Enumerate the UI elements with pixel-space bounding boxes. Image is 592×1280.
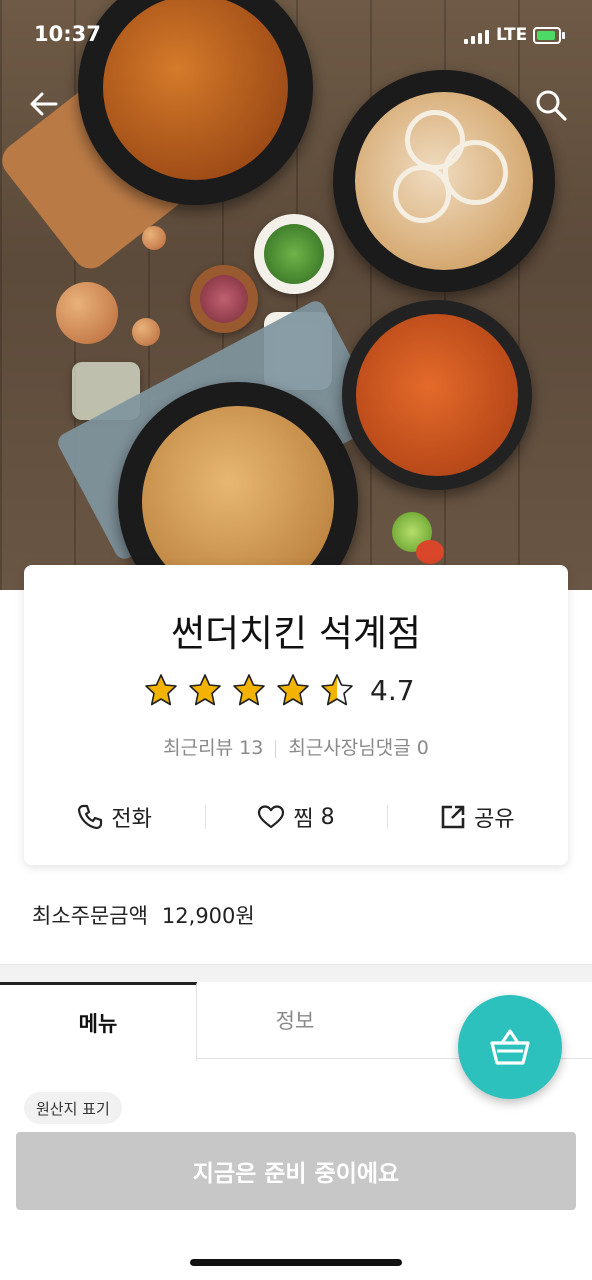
onion — [56, 282, 118, 344]
store-hero-image: 10:37 LTE — [0, 0, 592, 590]
share-label: 공유 — [474, 807, 515, 832]
action-bar: 전화 찜 8 공유 — [24, 797, 568, 837]
shallot-small — [142, 226, 166, 250]
min-order-label: 최소주문금액 — [32, 904, 148, 928]
pot-stew — [342, 300, 532, 490]
bowl-shallots — [190, 265, 258, 333]
bowl-sprouts — [254, 214, 334, 294]
store-info-card: 썬더치킨 석계점 4.7 최근리뷰 13 최근사장님댓글 0 전화 찜 8 공유 — [24, 565, 568, 865]
like-count: 8 — [320, 804, 335, 830]
status-time: 10:37 — [34, 22, 101, 46]
signal-icon — [464, 30, 489, 44]
chili — [416, 540, 444, 564]
status-bar: 10:37 LTE — [0, 0, 592, 70]
origin-label-chip[interactable]: 원산지 표기 — [24, 1092, 122, 1124]
search-icon[interactable] — [534, 88, 568, 122]
like-label: 찜 — [293, 807, 314, 832]
call-button[interactable]: 전화 — [24, 797, 205, 837]
share-button[interactable]: 공유 — [386, 797, 568, 837]
back-arrow-icon[interactable] — [28, 88, 60, 120]
battery-icon — [533, 27, 565, 44]
like-button[interactable]: 찜 8 — [205, 797, 386, 837]
call-label: 전화 — [111, 807, 152, 832]
network-label: LTE — [496, 25, 528, 45]
plate-onion-chicken — [333, 70, 555, 292]
star-icon — [189, 674, 221, 706]
phone-icon — [78, 804, 103, 830]
tab-info[interactable]: 정보 — [197, 982, 393, 1059]
rating-value: 4.7 — [370, 673, 415, 707]
cart-button[interactable] — [458, 995, 562, 1099]
min-order-amount: 12,900원 — [161, 904, 255, 928]
star-icon — [277, 674, 309, 706]
owner-comments-link[interactable]: 최근사장님댓글 0 — [288, 737, 429, 759]
section-divider — [0, 964, 592, 983]
star-icon — [145, 674, 177, 706]
home-indicator[interactable] — [190, 1259, 402, 1266]
shallot — [132, 318, 160, 346]
star-icon — [233, 674, 265, 706]
recent-reviews-link[interactable]: 최근리뷰 13 — [163, 737, 263, 759]
store-name: 썬더치킨 석계점 — [170, 612, 422, 655]
half-star-icon — [321, 674, 353, 706]
min-order-info: 최소주문금액 12,900원 — [32, 900, 255, 930]
rating-row: 4.7 — [144, 673, 415, 707]
preparing-status-button: 지금은 준비 중이에요 — [16, 1132, 576, 1210]
share-icon — [441, 805, 465, 829]
basket-icon — [490, 1029, 530, 1065]
tab-menu[interactable]: 메뉴 — [0, 982, 197, 1061]
review-summary: 최근리뷰 13 최근사장님댓글 0 — [24, 733, 568, 760]
heart-icon — [258, 805, 285, 829]
